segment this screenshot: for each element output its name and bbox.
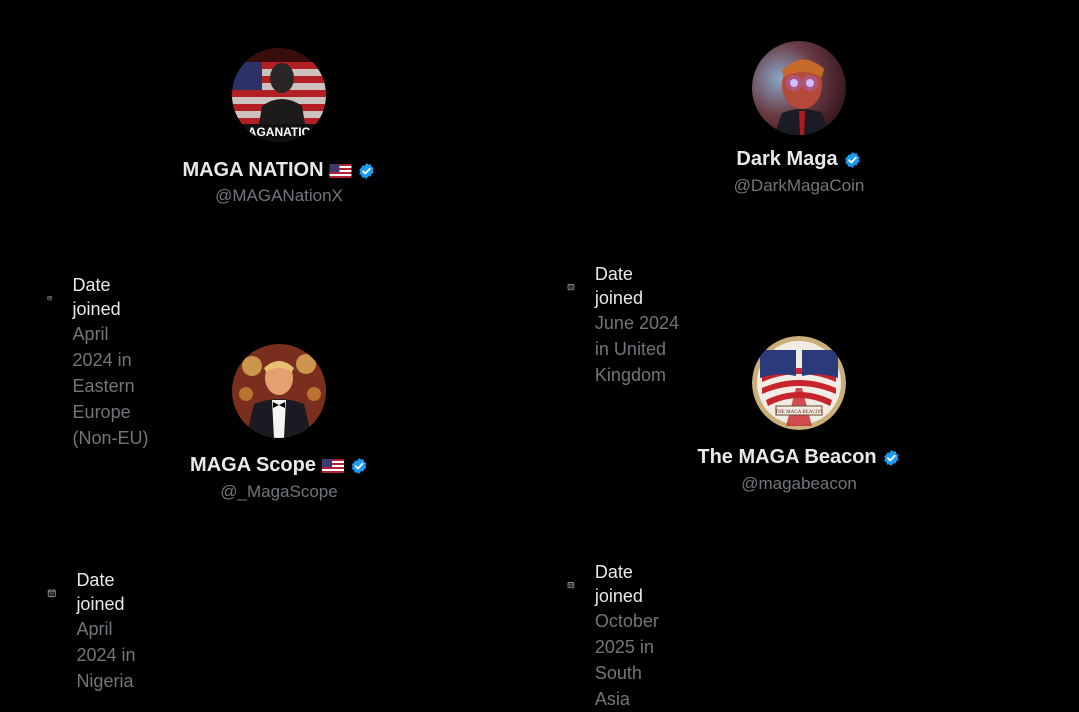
profile-name-row: MAGA Scope bbox=[190, 454, 368, 477]
avatar[interactable]: THE MAGA BEACON bbox=[752, 336, 846, 430]
date-joined-detail: October 2025 in South Asia bbox=[594, 611, 659, 709]
profile-name-row: MAGA NATION bbox=[182, 159, 375, 182]
calendar-icon bbox=[47, 582, 56, 604]
profile-handle[interactable]: @DarkMagaCoin bbox=[734, 176, 865, 196]
profile-name[interactable]: MAGA NATION bbox=[182, 159, 323, 182]
profile-handle[interactable]: @magabeacon bbox=[741, 474, 857, 494]
date-joined-block: Date joined June 2024 in United Kingdom bbox=[567, 262, 680, 388]
date-joined-label: Date joined bbox=[76, 570, 125, 614]
profile-name[interactable]: Dark Maga bbox=[736, 148, 837, 171]
avatar[interactable] bbox=[752, 41, 846, 135]
date-joined-block: Date joined October 2025 in South Asia bbox=[567, 560, 673, 712]
date-joined-label: Date joined bbox=[594, 562, 643, 606]
verified-badge-icon[interactable] bbox=[350, 457, 368, 475]
avatar-text: AGANATIC bbox=[248, 125, 311, 139]
calendar-icon bbox=[47, 287, 53, 309]
profile-name[interactable]: The MAGA Beacon bbox=[697, 446, 876, 469]
profile-name[interactable]: MAGA Scope bbox=[190, 454, 316, 477]
date-joined-label: Date joined bbox=[72, 275, 121, 319]
avatar[interactable]: AGANATIC bbox=[232, 48, 326, 142]
verified-badge-icon[interactable] bbox=[883, 449, 901, 467]
date-joined-detail: June 2024 in United Kingdom bbox=[594, 313, 679, 385]
us-flag-icon bbox=[330, 164, 352, 178]
verified-badge-icon[interactable] bbox=[358, 162, 376, 180]
avatar[interactable] bbox=[232, 344, 326, 438]
verified-badge-icon[interactable] bbox=[844, 151, 862, 169]
date-joined-block: Date joined April 2024 in Eastern Europe… bbox=[47, 273, 151, 451]
profile-handle[interactable]: @_MagaScope bbox=[220, 482, 337, 502]
date-joined-block: Date joined April 2024 in Nigeria bbox=[47, 568, 146, 694]
calendar-icon bbox=[567, 574, 575, 596]
date-joined-label: Date joined bbox=[594, 264, 643, 308]
profile-name-row: Dark Maga bbox=[736, 148, 861, 171]
date-joined-detail: April 2024 in Eastern Europe (Non-EU) bbox=[72, 324, 149, 448]
us-flag-icon bbox=[322, 459, 344, 473]
profile-name-row: The MAGA Beacon bbox=[697, 446, 900, 469]
date-joined-detail: April 2024 in Nigeria bbox=[76, 619, 136, 691]
avatar-text: THE MAGA BEACON bbox=[775, 410, 823, 415]
calendar-icon bbox=[567, 276, 575, 298]
profile-handle[interactable]: @MAGANationX bbox=[215, 186, 343, 206]
